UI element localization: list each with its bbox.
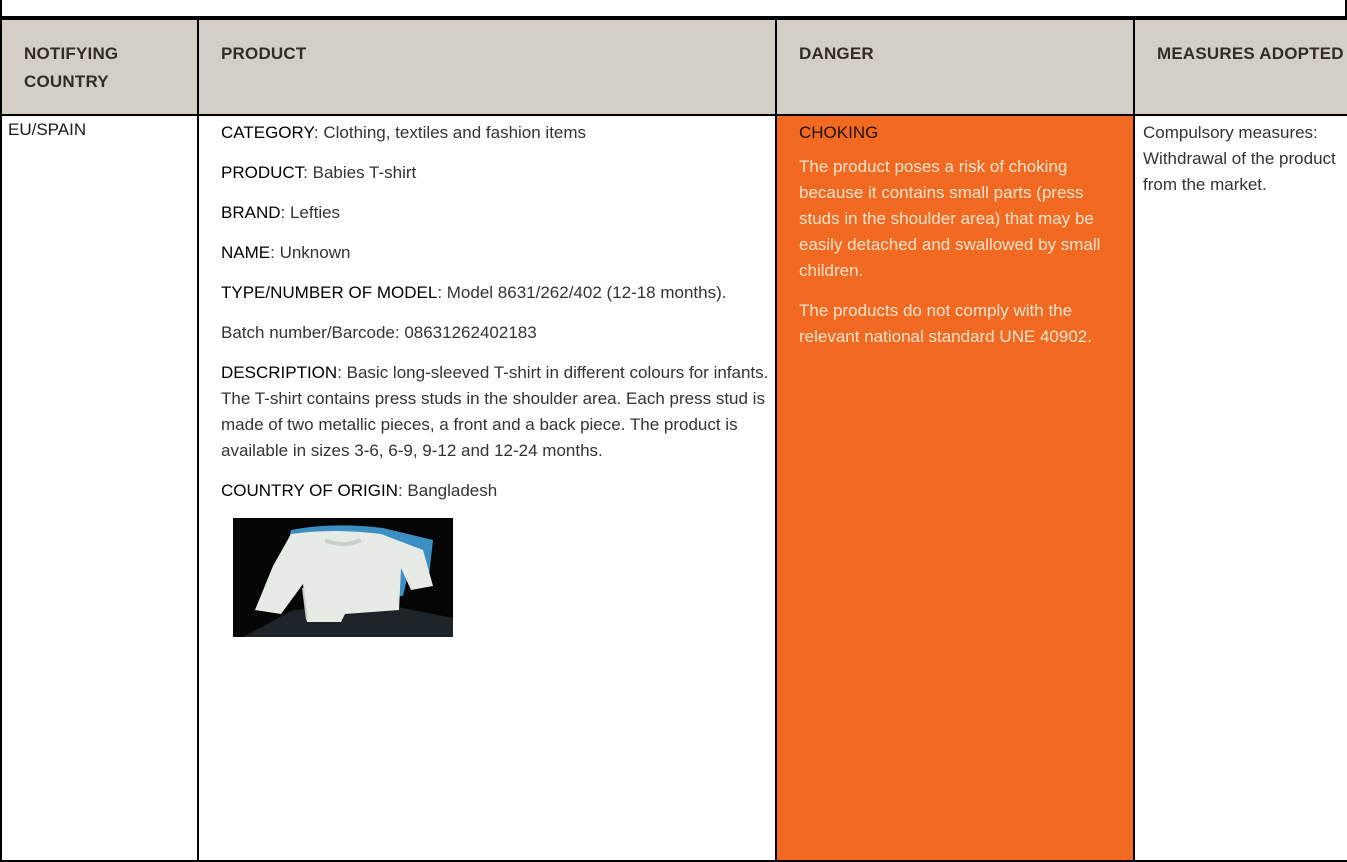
- product-value: : Babies T-shirt: [303, 163, 417, 182]
- description-label: DESCRIPTION: [221, 363, 338, 382]
- category-value: : Clothing, textiles and fashion items: [313, 123, 587, 142]
- origin-value: : Bangladesh: [397, 481, 498, 500]
- category-label: CATEGORY: [221, 123, 314, 142]
- brand-value: : Lefties: [280, 203, 341, 222]
- product-model: TYPE/NUMBER OF MODEL: Model 8631/262/402…: [221, 280, 775, 306]
- tshirt-image: [233, 518, 453, 637]
- model-value: : Model 8631/262/402 (12-18 months).: [437, 283, 727, 302]
- danger-text-1: The product poses a risk of choking beca…: [799, 157, 1101, 280]
- product-description: DESCRIPTION: Basic long-sleeved T-shirt …: [221, 360, 775, 464]
- product-brand: BRAND: Lefties: [221, 200, 775, 226]
- header-product: PRODUCT: [197, 18, 777, 116]
- alert-page: NOTIFYING COUNTRY PRODUCT DANGER MEASURE…: [0, 0, 1347, 862]
- product-photo: [233, 518, 453, 637]
- cell-country: EU/SPAIN: [0, 114, 199, 862]
- product-batch: Batch number/Barcode: 08631262402183: [221, 323, 537, 342]
- header-measures: MEASURES ADOPTED: [1133, 18, 1347, 116]
- brand-label: BRAND: [221, 203, 281, 222]
- table-header-row: NOTIFYING COUNTRY PRODUCT DANGER MEASURE…: [0, 18, 1347, 116]
- header-danger: DANGER: [775, 18, 1135, 116]
- product-label: PRODUCT: [221, 163, 304, 182]
- danger-text-2: The products do not comply with the rele…: [799, 301, 1092, 346]
- product-product: PRODUCT: Babies T-shirt: [221, 160, 775, 186]
- origin-label: COUNTRY OF ORIGIN: [221, 481, 398, 500]
- product-name: NAME: Unknown: [221, 240, 775, 266]
- name-label: NAME: [221, 243, 271, 262]
- cell-measures: Compulsory measures: Withdrawal of the p…: [1133, 114, 1347, 862]
- product-origin: COUNTRY OF ORIGIN: Bangladesh: [221, 478, 775, 504]
- header-country: NOTIFYING COUNTRY: [0, 18, 199, 116]
- cell-product: CATEGORY: Clothing, textiles and fashion…: [197, 114, 777, 862]
- cell-danger: CHOKING The product poses a risk of chok…: [775, 114, 1135, 862]
- table-row: EU/SPAIN CATEGORY: Clothing, textiles an…: [0, 114, 1347, 862]
- danger-title: CHOKING: [799, 123, 879, 142]
- name-value: : Unknown: [270, 243, 351, 262]
- previous-table-end: [0, 0, 1347, 18]
- alert-table: NOTIFYING COUNTRY PRODUCT DANGER MEASURE…: [0, 18, 1347, 862]
- model-label: TYPE/NUMBER OF MODEL: [221, 283, 438, 302]
- product-category: CATEGORY: Clothing, textiles and fashion…: [221, 120, 775, 146]
